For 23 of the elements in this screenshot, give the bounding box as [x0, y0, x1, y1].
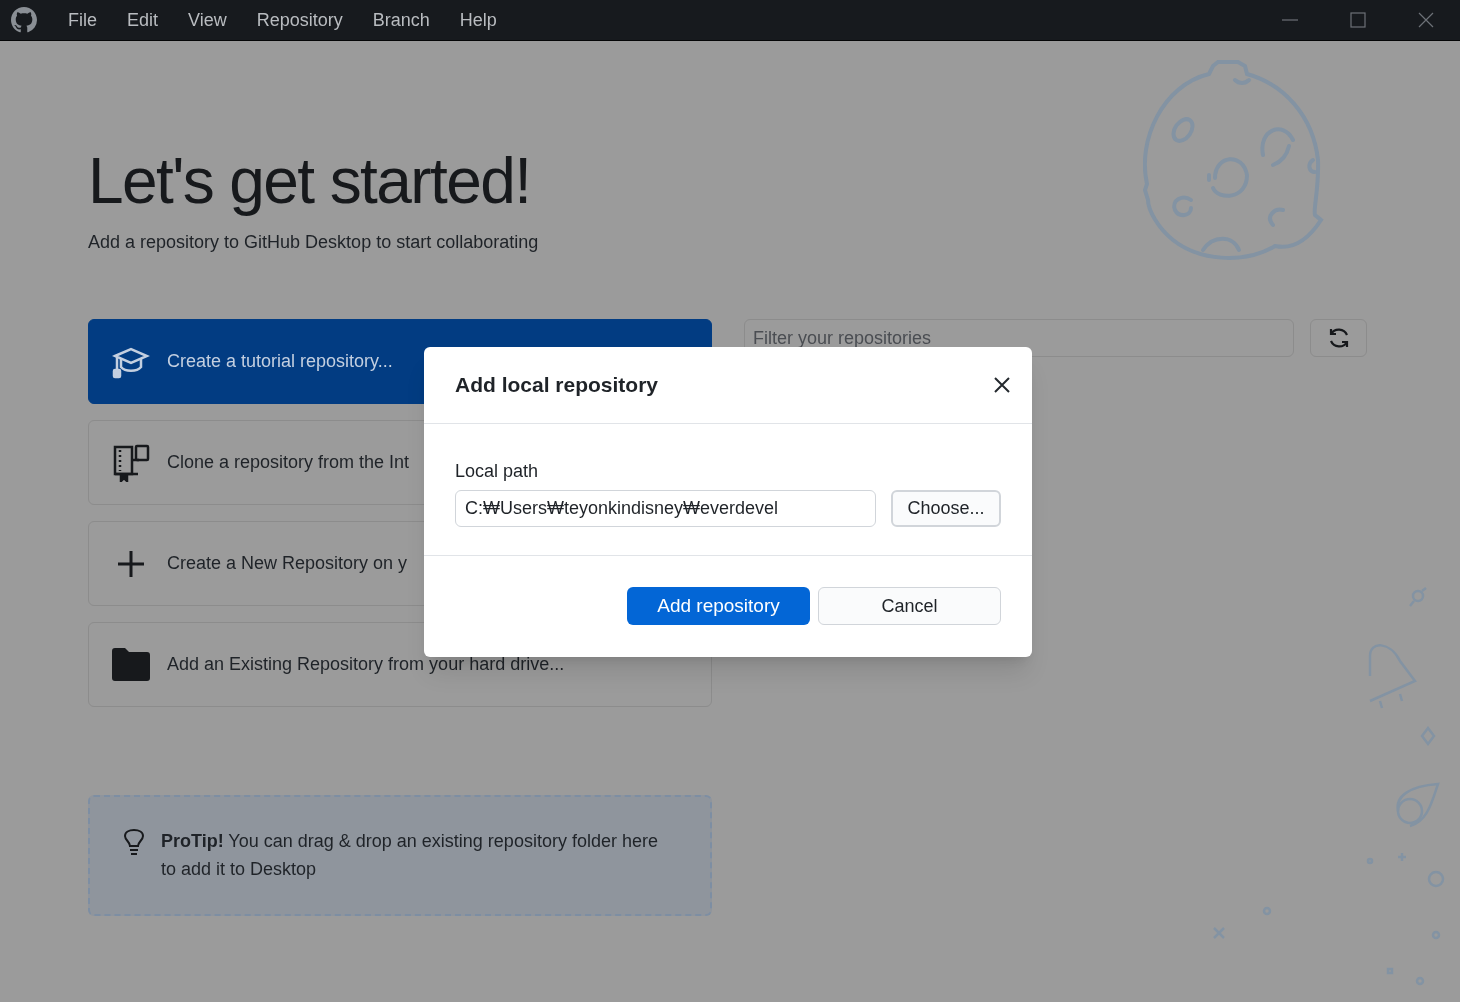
plus-icon	[116, 548, 146, 579]
close-icon	[994, 377, 1010, 393]
choose-button[interactable]: Choose...	[891, 490, 1001, 527]
menu-item[interactable]: View	[173, 6, 242, 34]
refresh-button[interactable]	[1310, 319, 1367, 357]
local-path-field[interactable]: C:₩Users₩teyonkindisney₩everdevel	[455, 490, 876, 527]
menu-item[interactable]: Repository	[241, 6, 358, 34]
folder-icon	[112, 648, 150, 681]
menu-item[interactable]: Branch	[357, 6, 445, 34]
protip-text: ProTip! You can drag & drop an existing repository folder here to add it to Desktop	[161, 830, 659, 881]
book-icon	[112, 443, 150, 482]
menu-item[interactable]: File	[53, 6, 112, 34]
page-title: Let's get started!	[88, 144, 532, 219]
cancel-button[interactable]: Cancel	[818, 587, 1001, 625]
menu-item[interactable]: Help	[444, 6, 512, 34]
page-subtitle: Add a repository to GitHub Desktop to start collaborating	[88, 231, 539, 254]
close-icon[interactable]	[1418, 12, 1434, 28]
menu-item[interactable]: Edit	[112, 6, 174, 34]
dialog-title: Add local repository	[455, 372, 659, 399]
add-repository-button[interactable]: Add repository	[627, 587, 810, 625]
github-logo-icon[interactable]	[11, 7, 37, 33]
field-label: Local path	[455, 460, 540, 483]
lightbulb-icon	[123, 829, 145, 855]
